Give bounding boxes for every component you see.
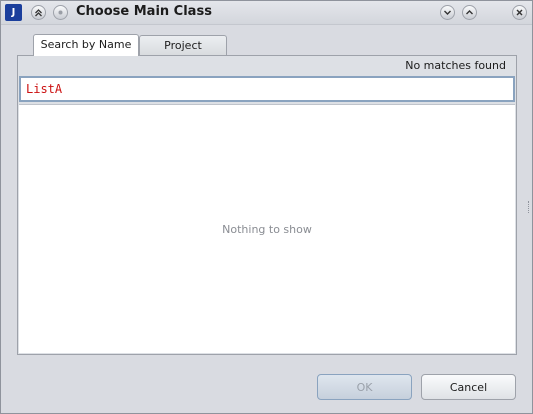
search-panel: No matches found Nothing to show [17, 55, 517, 355]
close-button[interactable] [512, 5, 527, 20]
app-icon[interactable]: J [5, 4, 22, 21]
roll-up-button[interactable] [31, 5, 46, 20]
ok-button[interactable]: OK [317, 374, 412, 400]
close-icon [516, 9, 523, 16]
minimize-button[interactable] [440, 5, 455, 20]
maximize-button[interactable] [462, 5, 477, 20]
results-list[interactable]: Nothing to show [19, 104, 515, 353]
tab-project[interactable]: Project [139, 35, 227, 55]
title-bar[interactable]: J Choose Main Class [1, 1, 532, 25]
cancel-button[interactable]: Cancel [421, 374, 516, 400]
empty-results-message: Nothing to show [222, 223, 312, 236]
roll-up-icon [35, 9, 42, 17]
minimize-icon [444, 10, 451, 15]
sticky-icon [58, 10, 63, 15]
tab-search-by-name[interactable]: Search by Name [33, 34, 139, 56]
choose-main-class-dialog: J Choose Main Class Search by Name Proje… [0, 0, 533, 414]
resize-grip[interactable] [528, 201, 531, 213]
window-title: Choose Main Class [76, 4, 212, 19]
class-name-search-input[interactable] [19, 76, 515, 102]
sticky-button[interactable] [53, 5, 68, 20]
maximize-icon [466, 10, 473, 15]
match-status-label: No matches found [405, 59, 506, 72]
